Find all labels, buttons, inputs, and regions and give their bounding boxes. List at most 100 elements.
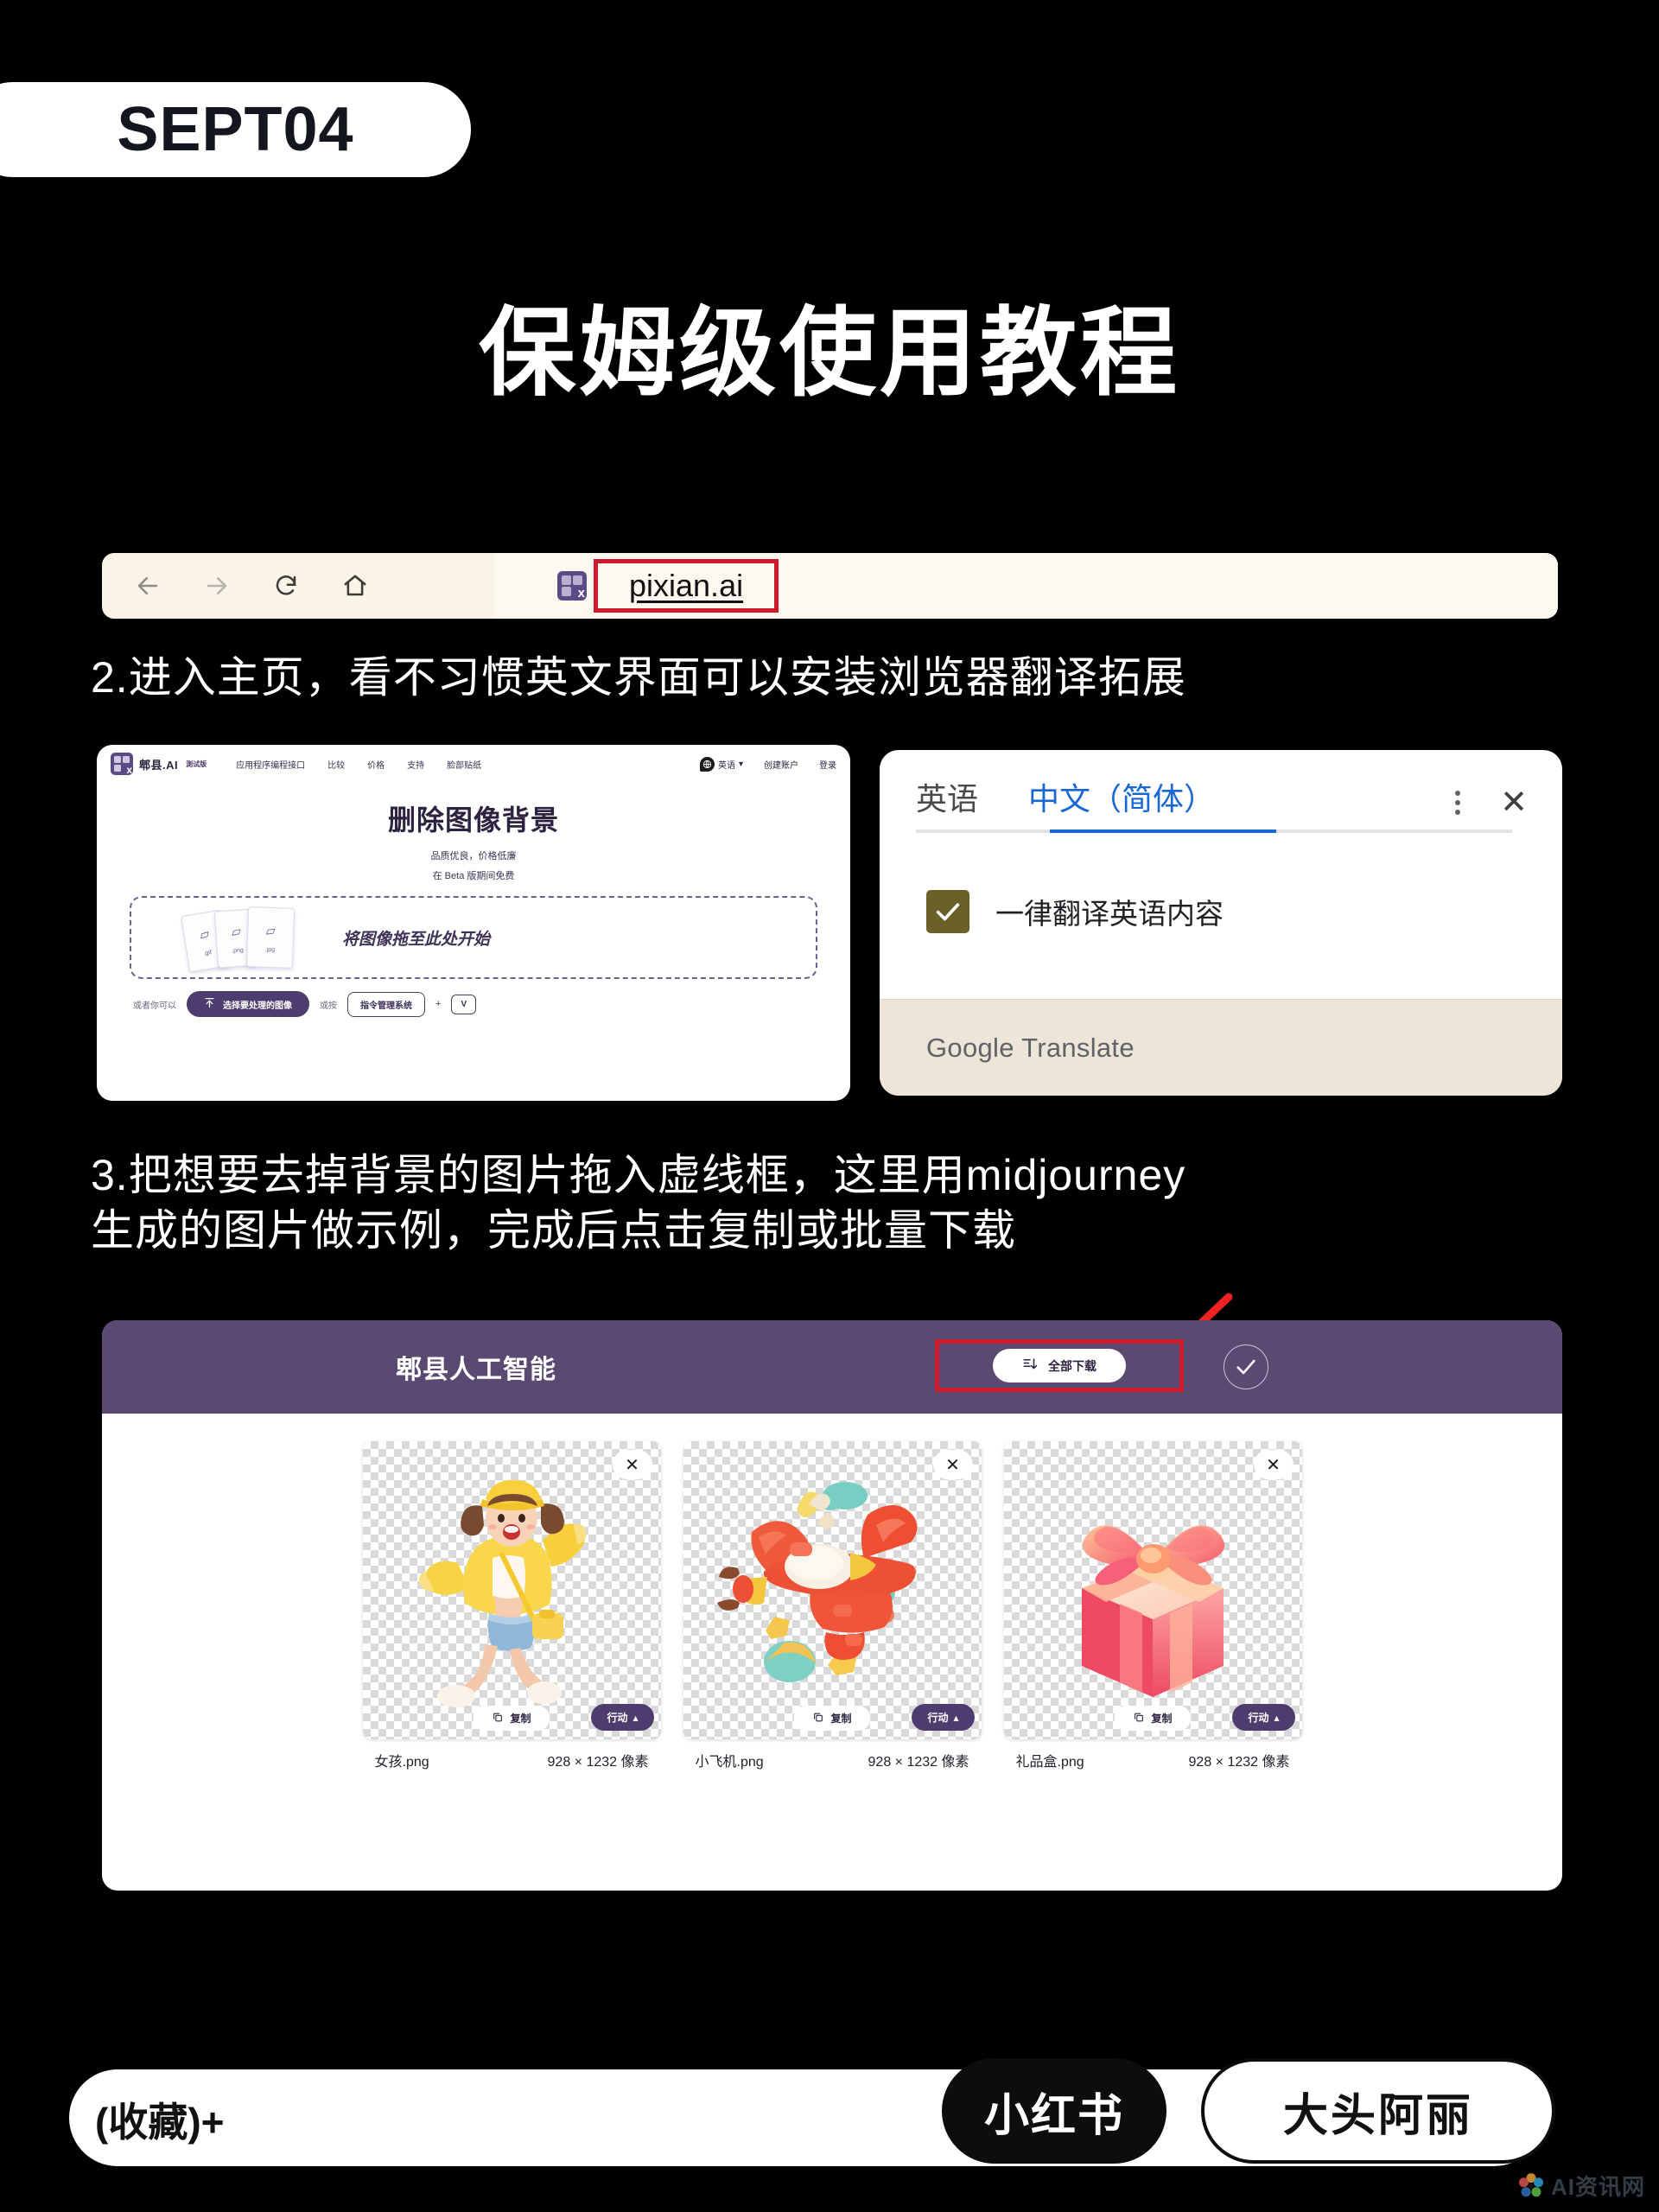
- chevron-up-icon: ▴: [632, 1711, 639, 1724]
- pixian-result-panel: 郫县人工智能 全部下载 ✕ 复制 行动 ▴ 女孩.png 928 × 1232 …: [102, 1320, 1562, 1891]
- sign-in-link[interactable]: 登录: [819, 758, 836, 771]
- or-press-label: 或按: [320, 1001, 337, 1011]
- copy-label: 复制: [1151, 1713, 1173, 1725]
- arrow-right-icon[interactable]: [202, 571, 232, 601]
- copy-button[interactable]: 复制: [793, 1706, 871, 1731]
- kebab-menu-icon[interactable]: [1455, 791, 1461, 815]
- download-all-icon: [1022, 1357, 1038, 1375]
- pixian-subtitle-2: 在 Beta 版期间免费: [432, 871, 515, 881]
- download-all-label: 全部下载: [1048, 1358, 1096, 1373]
- create-account-link[interactable]: 创建账户: [764, 758, 798, 771]
- tab-target-language[interactable]: 中文（简体）: [1028, 774, 1215, 833]
- translate-controls: ✕: [1455, 786, 1528, 819]
- command-key-button[interactable]: 指令管理系统: [347, 991, 425, 1017]
- pixian-beta-tag: 測试版: [186, 760, 207, 768]
- download-all-button[interactable]: 全部下载: [993, 1349, 1126, 1382]
- favorite-label[interactable]: (收藏)+: [95, 2091, 225, 2148]
- watermark-logo-icon: [1518, 2172, 1544, 2196]
- globe-icon: [699, 756, 715, 772]
- action-button[interactable]: 行动 ▴: [1232, 1704, 1295, 1731]
- file-dimensions: 928 × 1232 像素: [868, 1755, 969, 1770]
- or-you-can-label: 或者你可以: [133, 1001, 176, 1011]
- file-name: 小飞机.png: [695, 1755, 764, 1770]
- plus-sign: +: [435, 999, 442, 1009]
- image-dropzone[interactable]: ▱ .gif ▱ .png ▱ .jpg 将图像拖至此处开始: [130, 896, 817, 979]
- nav-item-compare[interactable]: 比较: [327, 758, 345, 771]
- url-highlight-box: pixian.ai: [594, 559, 779, 613]
- home-icon[interactable]: [340, 571, 370, 601]
- translate-option-row[interactable]: 一律翻译英语内容: [880, 833, 1562, 954]
- poster-root: SEPT04 保姆级使用教程 x pixian.ai 2.进入主页，看不习惯英文…: [0, 0, 1659, 2212]
- file-type-jpg: .jpg: [264, 946, 276, 953]
- page-title: 保姆级使用教程: [479, 299, 1180, 407]
- browser-nav-buttons: [102, 571, 370, 601]
- pixian-logo[interactable]: x 郫县.AI 測试版: [111, 753, 207, 775]
- copy-icon: [1133, 1712, 1144, 1726]
- action-button[interactable]: 行动 ▴: [912, 1704, 975, 1731]
- result-panel-header: 郫县人工智能 全部下载: [102, 1320, 1562, 1414]
- v-key-button[interactable]: V: [451, 994, 477, 1014]
- result-card-meta: 小飞机.png 928 × 1232 像素: [683, 1739, 982, 1770]
- step-3-text: 3.把想要去掉背景的图片拖入虚线框，这里用midjourney 生成的图片做示例…: [91, 1147, 1611, 1258]
- result-card-meta: 女孩.png 928 × 1232 像素: [363, 1739, 661, 1770]
- reload-icon[interactable]: [271, 571, 301, 601]
- file-jpg-icon: ▱ .jpg: [245, 906, 296, 969]
- action-label: 行动: [1248, 1712, 1269, 1724]
- nav-item-pricing[interactable]: 价格: [367, 758, 385, 771]
- pixian-navbar: x 郫县.AI 測试版 应用程序编程接口 比较 价格 支持 脸部贴纸 英语 ▾: [97, 745, 850, 783]
- url-zone: x pixian.ai: [495, 553, 1558, 619]
- choose-image-label: 选择要处理的图像: [223, 1001, 292, 1011]
- url-text[interactable]: pixian.ai: [629, 568, 743, 604]
- browser-address-bar: x pixian.ai: [102, 553, 1558, 619]
- nav-item-face-sticker[interactable]: 脸部贴纸: [447, 758, 481, 771]
- copy-icon: [492, 1712, 503, 1726]
- arrow-left-icon[interactable]: [133, 571, 162, 601]
- author-badge: 大头阿丽: [1201, 2058, 1555, 2164]
- file-name: 礼品盒.png: [1015, 1755, 1084, 1770]
- translate-footer: Google Translate: [880, 999, 1562, 1096]
- close-icon[interactable]: ✕: [1500, 786, 1528, 819]
- pixian-homepage-screenshot: x 郫县.AI 測试版 应用程序编程接口 比较 价格 支持 脸部贴纸 英语 ▾: [97, 745, 850, 1101]
- tab-source-language[interactable]: 英语: [916, 774, 978, 833]
- google-translate-popup: 英语 中文（简体） ✕ 一律翻译英语内容 Google Translate: [880, 750, 1562, 1096]
- translate-tabs: 英语 中文（简体） ✕: [880, 750, 1562, 833]
- result-card: ✕ 复制 行动 ▴ 女孩.png 928 × 1232 像素: [362, 1441, 661, 1770]
- close-icon[interactable]: ✕: [612, 1450, 652, 1479]
- language-selector[interactable]: 英语 ▾: [699, 756, 743, 772]
- nav-item-support[interactable]: 支持: [407, 758, 424, 771]
- copy-button[interactable]: 复制: [473, 1706, 550, 1731]
- result-panel-title: 郫县人工智能: [396, 1356, 556, 1384]
- date-badge: SEPT04: [0, 82, 471, 177]
- chevron-up-icon: ▴: [1274, 1711, 1280, 1724]
- close-icon[interactable]: ✕: [932, 1450, 973, 1479]
- file-name: 女孩.png: [374, 1755, 429, 1770]
- red-toy-airplane-art: [683, 1441, 982, 1739]
- file-type-illustration: ▱ .gif ▱ .png ▱ .jpg: [178, 906, 308, 973]
- result-card: ✕ 复制 行动 ▴ 礼品盒.png 928 × 1232 像素: [1003, 1441, 1302, 1770]
- platform-badge: 小红书: [942, 2058, 1166, 2164]
- pixian-heading: 删除图像背景: [387, 804, 559, 836]
- always-translate-checkbox[interactable]: [926, 890, 969, 933]
- pixian-favicon: x: [557, 571, 587, 601]
- nav-item-api[interactable]: 应用程序编程接口: [236, 758, 305, 771]
- pink-gift-box-art: [1004, 1441, 1302, 1739]
- always-translate-label: 一律翻译英语内容: [995, 898, 1224, 930]
- check-circle-icon[interactable]: [1224, 1344, 1268, 1389]
- language-label: 英语: [717, 760, 735, 771]
- copy-label: 复制: [830, 1713, 852, 1725]
- chevron-down-icon: ▾: [738, 759, 743, 769]
- watermark-text: AI资讯网: [1550, 2174, 1645, 2200]
- copy-button[interactable]: 复制: [1114, 1706, 1192, 1731]
- tab-underline: [916, 830, 1512, 833]
- site-watermark: AI资讯网: [1516, 2170, 1645, 2202]
- action-button[interactable]: 行动 ▴: [591, 1704, 654, 1731]
- girl-yellow-jacket-art: [363, 1441, 661, 1739]
- pixian-nav-right: 英语 ▾ 创建账户 登录: [699, 756, 836, 772]
- choose-image-button[interactable]: 选择要处理的图像: [187, 991, 309, 1017]
- google-translate-brand: Google Translate: [926, 1032, 1135, 1063]
- step-3-line-2: 生成的图片做示例，完成后点击复制或批量下载: [91, 1206, 1016, 1255]
- pixian-brand-label: 郫县.AI: [139, 758, 179, 772]
- close-icon[interactable]: ✕: [1253, 1450, 1294, 1479]
- action-label: 行动: [927, 1712, 949, 1724]
- step-3-line-1: 3.把想要去掉背景的图片拖入虚线框，这里用midjourney: [91, 1151, 1186, 1199]
